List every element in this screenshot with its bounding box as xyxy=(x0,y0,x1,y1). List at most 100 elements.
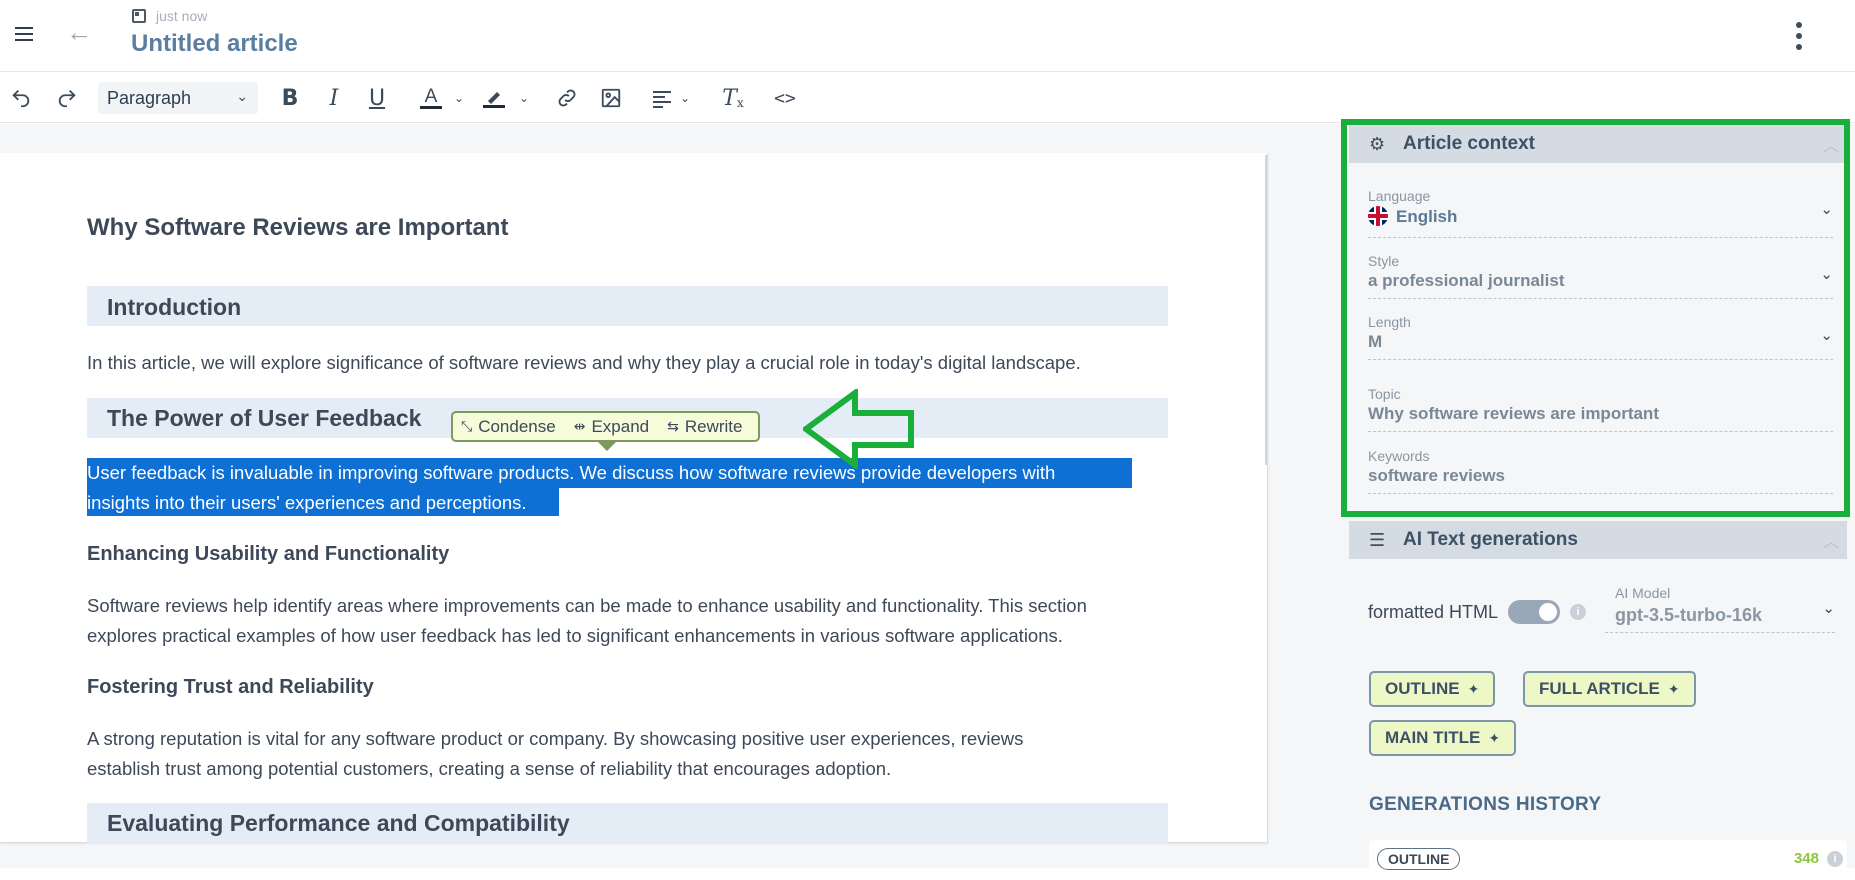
clear-formatting-icon[interactable]: Tx xyxy=(720,85,746,111)
ai-generations-header[interactable]: ☰ AI Text generations ︿ xyxy=(1349,521,1847,559)
undo-icon[interactable] xyxy=(8,85,34,111)
formatted-html-row: formatted HTML i xyxy=(1368,600,1587,624)
text-color-icon[interactable]: A xyxy=(418,85,444,111)
underline-icon[interactable]: U xyxy=(366,85,388,111)
bold-icon[interactable]: B xyxy=(279,85,301,111)
ai-generations-title: AI Text generations xyxy=(1403,529,1578,550)
sliders-icon: ⚙ xyxy=(1369,134,1386,154)
paragraph-line[interactable]: explores practical examples of how user … xyxy=(87,621,1177,651)
annotation-arrow-icon xyxy=(803,389,914,469)
source-code-icon[interactable]: <> xyxy=(771,85,799,111)
history-count: 348 xyxy=(1793,850,1819,867)
rewrite-icon: ⇆ xyxy=(667,418,679,434)
expand-button[interactable]: ⇹ Expand xyxy=(574,417,649,437)
chevron-down-icon[interactable]: ⌄ xyxy=(1822,599,1835,617)
article-context-title: Article context xyxy=(1403,133,1535,154)
heading-band xyxy=(87,286,1168,326)
sparkles-icon: ✦ xyxy=(1488,729,1501,746)
sparkles-icon: ✦ xyxy=(1667,680,1680,697)
selected-paragraph-line[interactable]: User feedback is invaluable in improving… xyxy=(87,458,1137,488)
topic-field[interactable]: Topic Why software reviews are important xyxy=(1368,386,1833,432)
chevron-down-icon[interactable]: ⌄ xyxy=(1820,326,1833,344)
formatted-html-toggle[interactable] xyxy=(1508,600,1561,624)
style-field[interactable]: Style a professional journalist ⌄ xyxy=(1368,253,1833,299)
image-icon[interactable] xyxy=(598,85,624,111)
style-value: a professional journalist xyxy=(1368,271,1565,290)
keywords-label: Keywords xyxy=(1368,448,1430,464)
rewrite-label: Rewrite xyxy=(684,416,743,436)
chevron-down-icon: ⌄ xyxy=(236,88,248,104)
main-title-label: MAIN TITLE xyxy=(1385,728,1481,747)
keywords-field[interactable]: Keywords software reviews xyxy=(1368,448,1833,494)
editor-toolbar: Paragraph ⌄ B I U A ⌄ ⌄ ⌄ Tx <> xyxy=(0,73,1855,123)
highlight-color-icon[interactable] xyxy=(481,85,507,111)
language-value: English xyxy=(1396,207,1458,226)
block-format-select[interactable]: Paragraph ⌄ xyxy=(98,82,258,114)
info-icon[interactable]: i xyxy=(1827,851,1843,867)
subheading[interactable]: Enhancing Usability and Functionality xyxy=(87,543,449,566)
condense-icon: ⤡ xyxy=(461,418,473,434)
style-label: Style xyxy=(1368,253,1400,269)
block-format-value: Paragraph xyxy=(107,87,192,108)
section-heading[interactable]: Introduction xyxy=(107,294,241,321)
chevron-up-icon[interactable]: ︿ xyxy=(1823,528,1839,552)
italic-icon[interactable]: I xyxy=(323,85,345,111)
sparkles-icon: ✦ xyxy=(1467,680,1480,697)
paragraph-line[interactable]: establish trust among potential customer… xyxy=(87,754,1177,784)
history-type-badge: OUTLINE xyxy=(1377,848,1461,870)
section-heading[interactable]: Evaluating Performance and Compatibility xyxy=(107,810,570,837)
menu-icon[interactable] xyxy=(12,22,36,46)
full-article-label: FULL ARTICLE xyxy=(1539,679,1660,698)
paragraph[interactable]: In this article, we will explore signifi… xyxy=(87,348,1177,378)
expand-label: Expand xyxy=(591,416,650,436)
text-color-dropdown-icon[interactable]: ⌄ xyxy=(452,85,466,111)
timestamp-row: just now xyxy=(132,8,207,24)
ai-model-label: AI Model xyxy=(1615,585,1671,601)
full-article-button[interactable]: FULL ARTICLE ✦ xyxy=(1523,671,1696,707)
keywords-value: software reviews xyxy=(1368,466,1506,485)
ai-selection-popup: ⤡ Condense ⇹ Expand ⇆ Rewrite xyxy=(451,411,760,442)
info-icon[interactable]: i xyxy=(1570,604,1587,620)
chevron-down-icon[interactable]: ⌄ xyxy=(1820,265,1833,283)
rewrite-button[interactable]: ⇆ Rewrite xyxy=(667,417,742,437)
outline-button[interactable]: OUTLINE ✦ xyxy=(1369,671,1496,707)
calendar-icon xyxy=(132,9,146,23)
condense-button[interactable]: ⤡ Condense xyxy=(461,417,556,437)
language-field[interactable]: Language English ⌄ xyxy=(1368,188,1833,238)
ai-model-value: gpt-3.5-turbo-16k xyxy=(1615,605,1763,625)
paragraph-line[interactable]: A strong reputation is vital for any sof… xyxy=(87,724,1177,754)
highlight-dropdown-icon[interactable]: ⌄ xyxy=(517,85,531,111)
language-label: Language xyxy=(1368,188,1431,204)
subheading[interactable]: Fostering Trust and Reliability xyxy=(87,676,374,699)
length-field[interactable]: Length M ⌄ xyxy=(1368,314,1833,360)
chevron-down-icon[interactable]: ⌄ xyxy=(1820,200,1833,218)
align-dropdown-icon[interactable]: ⌄ xyxy=(678,85,692,111)
article-h1[interactable]: Why Software Reviews are Important xyxy=(87,214,508,242)
history-item[interactable]: OUTLINE 348 i xyxy=(1369,840,1847,880)
main-title-button[interactable]: MAIN TITLE ✦ xyxy=(1369,720,1517,756)
topic-value: Why software reviews are important xyxy=(1368,404,1659,423)
editor-scrollbar[interactable] xyxy=(1265,155,1267,465)
article-title[interactable]: Untitled article xyxy=(131,30,298,58)
length-value: M xyxy=(1368,332,1383,351)
more-options-icon[interactable] xyxy=(1795,22,1803,50)
condense-label: Condense xyxy=(478,416,556,436)
length-label: Length xyxy=(1368,314,1411,330)
article-context-header[interactable]: ⚙ Article context ︿ xyxy=(1349,125,1847,163)
chevron-up-icon[interactable]: ︿ xyxy=(1823,132,1839,156)
app-header: ← just now Untitled article xyxy=(0,0,1855,72)
formatted-html-label: formatted HTML xyxy=(1368,601,1499,622)
paragraph-line[interactable]: Software reviews help identify areas whe… xyxy=(87,591,1177,621)
popup-pointer xyxy=(598,442,616,451)
ai-model-select[interactable]: AI Model gpt-3.5-turbo-16k ⌄ xyxy=(1605,585,1835,633)
document-text-icon: ☰ xyxy=(1369,530,1386,550)
align-left-icon[interactable] xyxy=(650,85,674,111)
section-heading[interactable]: The Power of User Feedback xyxy=(107,405,421,432)
generations-history-title: GENERATIONS HISTORY xyxy=(1369,794,1602,815)
back-arrow-icon[interactable]: ← xyxy=(66,18,94,46)
link-icon[interactable] xyxy=(554,85,580,111)
outline-label: OUTLINE xyxy=(1385,679,1460,698)
selected-paragraph-line[interactable]: insights into their users' experiences a… xyxy=(87,488,1137,518)
redo-icon[interactable] xyxy=(54,85,80,111)
topic-label: Topic xyxy=(1368,386,1401,402)
